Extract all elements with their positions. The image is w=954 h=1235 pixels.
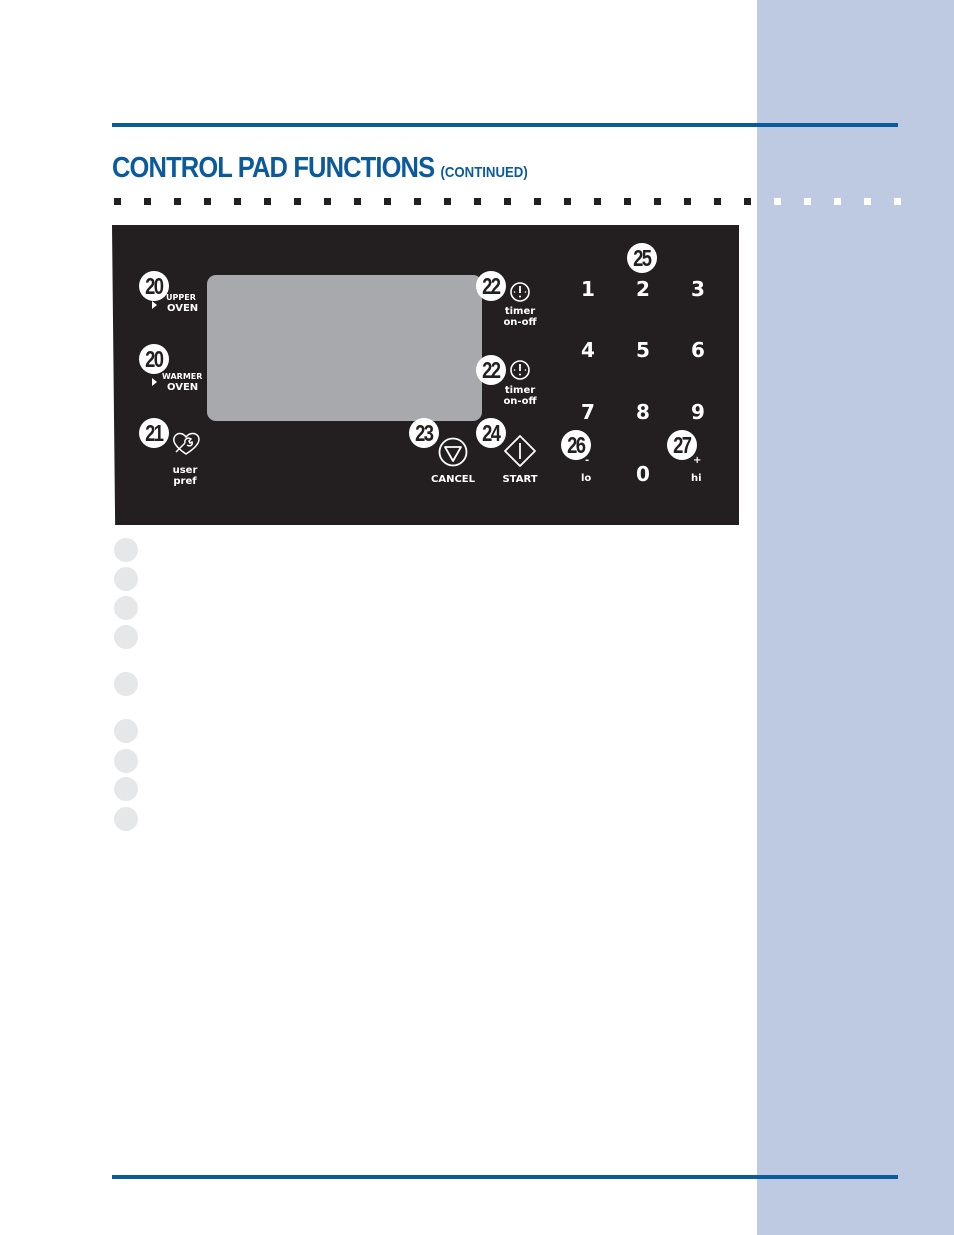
page-title: CONTROL PAD FUNCTIONS (CONTINUED) [112, 152, 528, 185]
divider-square [204, 198, 211, 205]
description-bullet [114, 596, 138, 620]
upper-oven-line1: UPPER [166, 293, 196, 302]
divider-square [804, 198, 811, 205]
bottom-rule [112, 1175, 898, 1179]
hi-button[interactable]: hi [691, 473, 702, 484]
description-bullet [114, 625, 138, 649]
key-2[interactable]: 2 [628, 277, 658, 301]
key-7[interactable]: 7 [573, 400, 603, 424]
callout-user-pref: 21 [139, 418, 169, 448]
start-button[interactable]: START [496, 474, 544, 485]
minus-sign: - [585, 455, 590, 466]
timer-lower-button[interactable]: timer on-off [500, 385, 540, 407]
user-pref-line2: pref [173, 476, 197, 487]
description-bullet [114, 749, 138, 773]
upper-oven-arrow-icon [152, 301, 157, 309]
callout-start: 24 [476, 418, 506, 448]
description-bullet [114, 538, 138, 562]
upper-oven-button[interactable]: OVEN [167, 303, 198, 314]
description-bullet [114, 567, 138, 591]
start-diamond-icon [504, 435, 536, 467]
divider-square [504, 198, 511, 205]
divider-square [534, 198, 541, 205]
warmer-oven-line1: WARMER [162, 372, 203, 381]
divider-square [684, 198, 691, 205]
cancel-button[interactable]: CANCEL [425, 474, 481, 485]
timer-upper-line2: on-off [503, 317, 537, 328]
control-panel-illustration: 20 UPPER OVEN 20 WARMER OVEN 21 user pre… [112, 225, 739, 525]
key-8[interactable]: 8 [628, 400, 658, 424]
key-0[interactable]: 0 [628, 462, 658, 486]
divider-square [354, 198, 361, 205]
timer-upper-button[interactable]: timer on-off [500, 306, 540, 328]
key-9[interactable]: 9 [683, 400, 713, 424]
divider-square [144, 198, 151, 205]
key-3[interactable]: 3 [683, 277, 713, 301]
user-pref-line1: user [172, 465, 198, 476]
page-title-text: CONTROL PAD FUNCTIONS [112, 152, 435, 184]
callout-timer-lower: 22 [476, 355, 506, 385]
divider-square [234, 198, 241, 205]
cancel-triangle-icon [438, 437, 468, 467]
plus-sign: + [693, 455, 702, 466]
callout-upper-oven: 20 [139, 271, 169, 301]
divider-square [654, 198, 661, 205]
description-bullet [114, 777, 138, 801]
page-sidebar-band [757, 0, 954, 1235]
divider-square [594, 198, 601, 205]
divider-square [264, 198, 271, 205]
divider-square [834, 198, 841, 205]
divider-square [774, 198, 781, 205]
timer-upper-line1: timer [504, 306, 536, 317]
description-bullet [114, 807, 138, 831]
lo-button[interactable]: lo [581, 473, 591, 484]
top-rule [112, 123, 898, 127]
divider-square [864, 198, 871, 205]
timer-lower-line2: on-off [503, 396, 537, 407]
timer-lower-line1: timer [504, 385, 536, 396]
user-pref-button[interactable]: user pref [170, 465, 200, 487]
callout-timer-upper: 22 [476, 271, 506, 301]
description-bullet [114, 719, 138, 743]
divider-square [294, 198, 301, 205]
key-4[interactable]: 4 [573, 338, 603, 362]
divider-square [384, 198, 391, 205]
display-window [207, 275, 482, 421]
divider-square [114, 198, 121, 205]
divider-square [324, 198, 331, 205]
page-title-suffix: (CONTINUED) [440, 164, 528, 181]
key-1[interactable]: 1 [573, 277, 603, 301]
divider-square [414, 198, 421, 205]
description-bullet [114, 672, 138, 696]
divider-square [894, 198, 901, 205]
timer-icon [510, 282, 530, 302]
divider-square [714, 198, 721, 205]
callout-warmer-oven: 20 [139, 344, 169, 374]
divider-square [624, 198, 631, 205]
divider-square [564, 198, 571, 205]
timer-icon [510, 360, 530, 380]
divider-square [444, 198, 451, 205]
key-6[interactable]: 6 [683, 338, 713, 362]
callout-keypad: 25 [627, 243, 657, 273]
divider-square [174, 198, 181, 205]
divider-square [744, 198, 751, 205]
divider-square [474, 198, 481, 205]
callout-cancel: 23 [409, 418, 439, 448]
warmer-oven-arrow-icon [152, 378, 157, 386]
warmer-oven-button[interactable]: OVEN [167, 382, 198, 393]
wrench-heart-icon [173, 432, 200, 455]
key-5[interactable]: 5 [628, 338, 658, 362]
dotted-divider [0, 198, 954, 206]
